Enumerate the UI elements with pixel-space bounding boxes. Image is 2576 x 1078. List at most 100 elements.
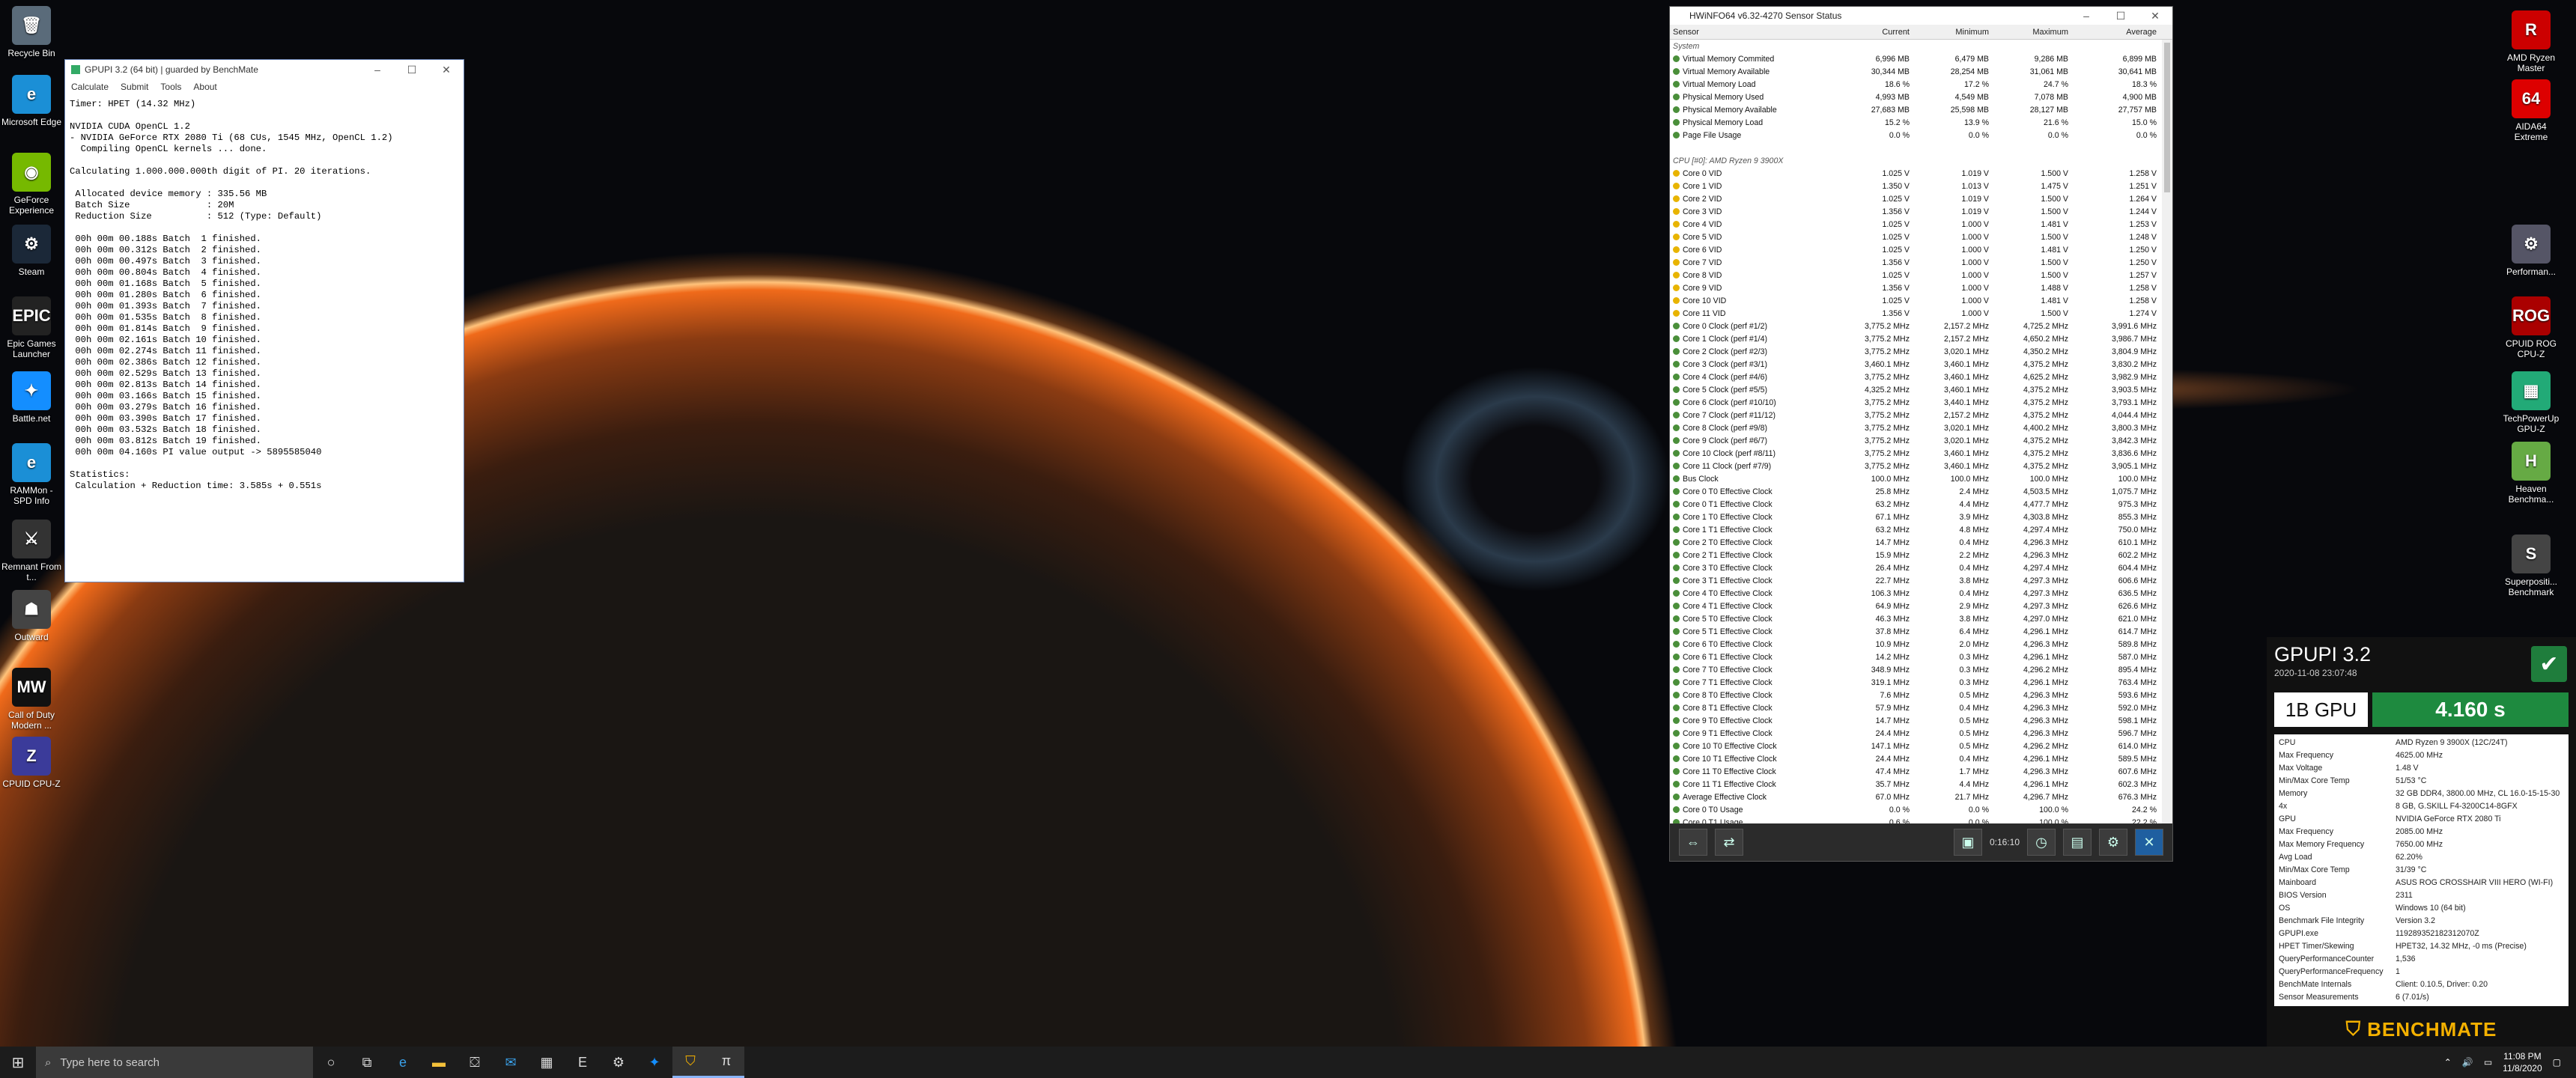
col-average[interactable]: Average — [2071, 28, 2160, 37]
sensor-row[interactable]: Core 11 Clock (perf #7/9) 3,775.2 MHz 3,46… — [1670, 460, 2172, 472]
sensor-row[interactable]: Virtual Memory Load 18.6 % 17.2 % 24.7 % 18.… — [1670, 78, 2172, 91]
close-button[interactable]: ✕ — [429, 64, 464, 76]
steam-taskbar-icon[interactable]: ⚙ — [601, 1047, 637, 1078]
sensor-row[interactable]: Core 0 Clock (perf #1/2) 3,775.2 MHz 2,157… — [1670, 320, 2172, 332]
col-minimum[interactable]: Minimum — [1913, 28, 1992, 37]
close-x-icon[interactable]: ✕ — [2135, 829, 2163, 856]
sensor-row[interactable]: Physical Memory Used 4,993 MB 4,549 MB 7,07… — [1670, 91, 2172, 103]
sensor-row[interactable]: Core 3 T1 Effective Clock 22.7 MHz 3.8 MHz… — [1670, 574, 2172, 587]
sensor-row[interactable]: Virtual Memory Available 30,344 MB 28,254 … — [1670, 65, 2172, 78]
notifications-icon[interactable]: ▢ — [2553, 1057, 2561, 1068]
desktop-shortcut[interactable]: e RAMMon - SPD Info — [0, 443, 63, 506]
desktop-shortcut[interactable]: 64 AIDA64 Extreme — [2500, 79, 2563, 142]
sensor-row[interactable]: Core 10 VID 1.025 V 1.000 V 1.481 V 1.258 V — [1670, 294, 2172, 307]
sensor-row[interactable]: Page File Usage 0.0 % 0.0 % 0.0 % 0.0 % — [1670, 129, 2172, 141]
sensor-row[interactable]: Core 8 T1 Effective Clock 57.9 MHz 0.4 MHz… — [1670, 701, 2172, 714]
desktop-shortcut[interactable]: H Heaven Benchma... — [2500, 442, 2563, 505]
desktop-shortcut[interactable]: ◉ GeForce Experience — [0, 153, 63, 216]
desktop-shortcut[interactable]: ☗ Outward — [0, 590, 63, 642]
sensor-row[interactable]: Core 8 VID 1.025 V 1.000 V 1.500 V 1.257 V — [1670, 269, 2172, 281]
menu-about[interactable]: About — [193, 82, 216, 92]
sensor-row[interactable]: Core 3 T0 Effective Clock 26.4 MHz 0.4 MHz… — [1670, 561, 2172, 574]
sensor-row[interactable]: Core 6 T0 Effective Clock 10.9 MHz 2.0 MHz… — [1670, 638, 2172, 651]
hwinfo-window[interactable]: HWiNFO64 v6.32-4270 Sensor Status – ☐ ✕ … — [1669, 6, 2173, 862]
sensor-group-row[interactable]: CPU [#0]: AMD Ryzen 9 3900X — [1670, 154, 2172, 167]
sensor-row[interactable]: Core 2 T0 Effective Clock 14.7 MHz 0.4 MHz… — [1670, 536, 2172, 549]
clock-icon[interactable]: ◷ — [2027, 829, 2056, 856]
desktop-shortcut[interactable]: S Superpositi... Benchmark — [2500, 535, 2563, 597]
sensor-row[interactable]: Core 3 VID 1.356 V 1.019 V 1.500 V 1.244 V — [1670, 205, 2172, 218]
sensor-row[interactable]: Core 5 VID 1.025 V 1.000 V 1.500 V 1.248 V — [1670, 231, 2172, 243]
maximize-button[interactable]: ☐ — [2103, 10, 2138, 22]
sensor-row[interactable]: Core 9 Clock (perf #6/7) 3,775.2 MHz 3,020… — [1670, 434, 2172, 447]
sensor-row[interactable]: Core 10 T1 Effective Clock 24.4 MHz 0.4 MH… — [1670, 752, 2172, 765]
sensor-row[interactable]: Core 4 T1 Effective Clock 64.9 MHz 2.9 MHz… — [1670, 600, 2172, 612]
mail-icon[interactable]: ✉ — [493, 1047, 529, 1078]
chevron-up-icon[interactable]: ⌃ — [2444, 1057, 2452, 1068]
hwinfo-titlebar[interactable]: HWiNFO64 v6.32-4270 Sensor Status – ☐ ✕ — [1670, 7, 2172, 25]
sensor-row[interactable]: Core 1 VID 1.350 V 1.013 V 1.475 V 1.251 V — [1670, 180, 2172, 192]
sensor-row[interactable]: Average Effective Clock 67.0 MHz 21.7 MHz 4… — [1670, 791, 2172, 803]
desktop-shortcut[interactable]: ⚙ Steam — [0, 225, 63, 277]
sensor-row[interactable]: Core 0 T0 Usage 0.0 % 0.0 % 100.0 % 24.2 % — [1670, 803, 2172, 816]
sensor-row[interactable]: Core 7 VID 1.356 V 1.000 V 1.500 V 1.250 V — [1670, 256, 2172, 269]
benchmate-taskbar-icon[interactable]: ⛉ — [672, 1047, 708, 1078]
desktop-shortcut[interactable]: EPIC Epic Games Launcher — [0, 296, 63, 359]
search-box[interactable]: ⌕ Type here to search — [36, 1047, 313, 1078]
sensor-row[interactable]: Physical Memory Available 27,683 MB 25,598… — [1670, 103, 2172, 116]
desktop-shortcut[interactable]: ▦ TechPowerUp GPU-Z — [2500, 371, 2563, 434]
sensor-row[interactable]: Core 0 T1 Effective Clock 63.2 MHz 4.4 MHz… — [1670, 498, 2172, 511]
menu-calculate[interactable]: Calculate — [71, 82, 109, 92]
battlenet-taskbar-icon[interactable]: ✦ — [637, 1047, 672, 1078]
sensor-row[interactable]: Core 9 T1 Effective Clock 24.4 MHz 0.5 MHz… — [1670, 727, 2172, 740]
col-maximum[interactable]: Maximum — [1992, 28, 2071, 37]
sensor-row[interactable]: Core 6 T1 Effective Clock 14.2 MHz 0.3 MHz… — [1670, 651, 2172, 663]
sensor-row[interactable]: Core 2 T1 Effective Clock 15.9 MHz 2.2 MHz… — [1670, 549, 2172, 561]
desktop-shortcut[interactable]: R AMD Ryzen Master — [2500, 10, 2563, 73]
arrows-left-right-icon[interactable]: ⇔ — [1679, 829, 1707, 856]
sensor-row[interactable] — [1670, 141, 2172, 154]
desktop-shortcut[interactable]: ROG CPUID ROG CPU-Z — [2500, 296, 2563, 359]
sensor-row[interactable]: Core 6 VID 1.025 V 1.000 V 1.481 V 1.250 V — [1670, 243, 2172, 256]
clock[interactable]: 11:08 PM 11/8/2020 — [2503, 1050, 2542, 1074]
settings-gear-icon[interactable]: ⚙ — [2099, 829, 2127, 856]
edge-taskbar-icon[interactable]: e — [385, 1047, 421, 1078]
vertical-scrollbar[interactable] — [2162, 40, 2172, 826]
store-icon[interactable]: ⛋ — [457, 1047, 493, 1078]
sensor-row[interactable]: Core 3 Clock (perf #3/1) 3,460.1 MHz 3,460… — [1670, 358, 2172, 371]
cortana-icon[interactable]: ○ — [313, 1047, 349, 1078]
sensor-row[interactable]: Core 4 Clock (perf #4/6) 3,775.2 MHz 3,460… — [1670, 371, 2172, 383]
sensor-row[interactable]: Core 1 T1 Effective Clock 63.2 MHz 4.8 MHz… — [1670, 523, 2172, 536]
speaker-icon[interactable]: 🔊 — [2462, 1057, 2473, 1068]
sensor-row[interactable]: Core 8 T0 Effective Clock 7.6 MHz 0.5 MHz 4… — [1670, 689, 2172, 701]
sensor-row[interactable]: Core 7 T0 Effective Clock 348.9 MHz 0.3 MH… — [1670, 663, 2172, 676]
sensor-row[interactable]: Core 5 Clock (perf #5/5) 4,325.2 MHz 3,460… — [1670, 383, 2172, 396]
sensor-row[interactable]: Core 11 T0 Effective Clock 47.4 MHz 1.7 MH… — [1670, 765, 2172, 778]
network-icon[interactable]: ▣ — [1953, 829, 1982, 856]
sensor-row[interactable]: Core 7 Clock (perf #11/12) 3,775.2 MHz 2,1… — [1670, 409, 2172, 421]
col-current[interactable]: Current — [1833, 28, 1913, 37]
start-windows-icon[interactable]: ⊞ — [0, 1047, 36, 1078]
sensor-row[interactable]: Core 0 VID 1.025 V 1.019 V 1.500 V 1.258 V — [1670, 167, 2172, 180]
sensor-row[interactable]: Core 8 Clock (perf #9/8) 3,775.2 MHz 3,020… — [1670, 421, 2172, 434]
sensor-row[interactable]: Core 9 T0 Effective Clock 14.7 MHz 0.5 MHz… — [1670, 714, 2172, 727]
sensor-row[interactable]: Physical Memory Load 15.2 % 13.9 % 21.6 % 15… — [1670, 116, 2172, 129]
arrows-collapse-icon[interactable]: ⇄ — [1715, 829, 1743, 856]
close-button[interactable]: ✕ — [2138, 10, 2172, 22]
sensor-row[interactable]: Core 6 Clock (perf #10/10) 3,775.2 MHz 3,4… — [1670, 396, 2172, 409]
gpupi-titlebar[interactable]: GPUPI 3.2 (64 bit) | guarded by BenchMat… — [65, 60, 464, 79]
maximize-button[interactable]: ☐ — [395, 64, 429, 76]
col-sensor[interactable]: Sensor — [1670, 28, 1833, 37]
sensor-row[interactable]: Core 1 T0 Effective Clock 67.1 MHz 3.9 MHz… — [1670, 511, 2172, 523]
sensor-row[interactable]: Core 10 T0 Effective Clock 147.1 MHz 0.5 M… — [1670, 740, 2172, 752]
epic-taskbar-icon[interactable]: E — [565, 1047, 601, 1078]
minimize-button[interactable]: – — [360, 64, 395, 76]
sensor-row[interactable]: Virtual Memory Commited 6,996 MB 6,479 MB 9… — [1670, 52, 2172, 65]
network-tray-icon[interactable]: ▭ — [2484, 1057, 2492, 1068]
minimize-button[interactable]: – — [2069, 10, 2103, 22]
gpupi-window[interactable]: GPUPI 3.2 (64 bit) | guarded by BenchMat… — [64, 59, 464, 582]
scrollbar-thumb[interactable] — [2164, 43, 2170, 192]
task-view-icon[interactable]: ⧉ — [349, 1047, 385, 1078]
desktop-shortcut[interactable]: ⚔ Remnant From t... — [0, 520, 63, 582]
sensor-row[interactable]: Core 4 VID 1.025 V 1.000 V 1.481 V 1.253 V — [1670, 218, 2172, 231]
